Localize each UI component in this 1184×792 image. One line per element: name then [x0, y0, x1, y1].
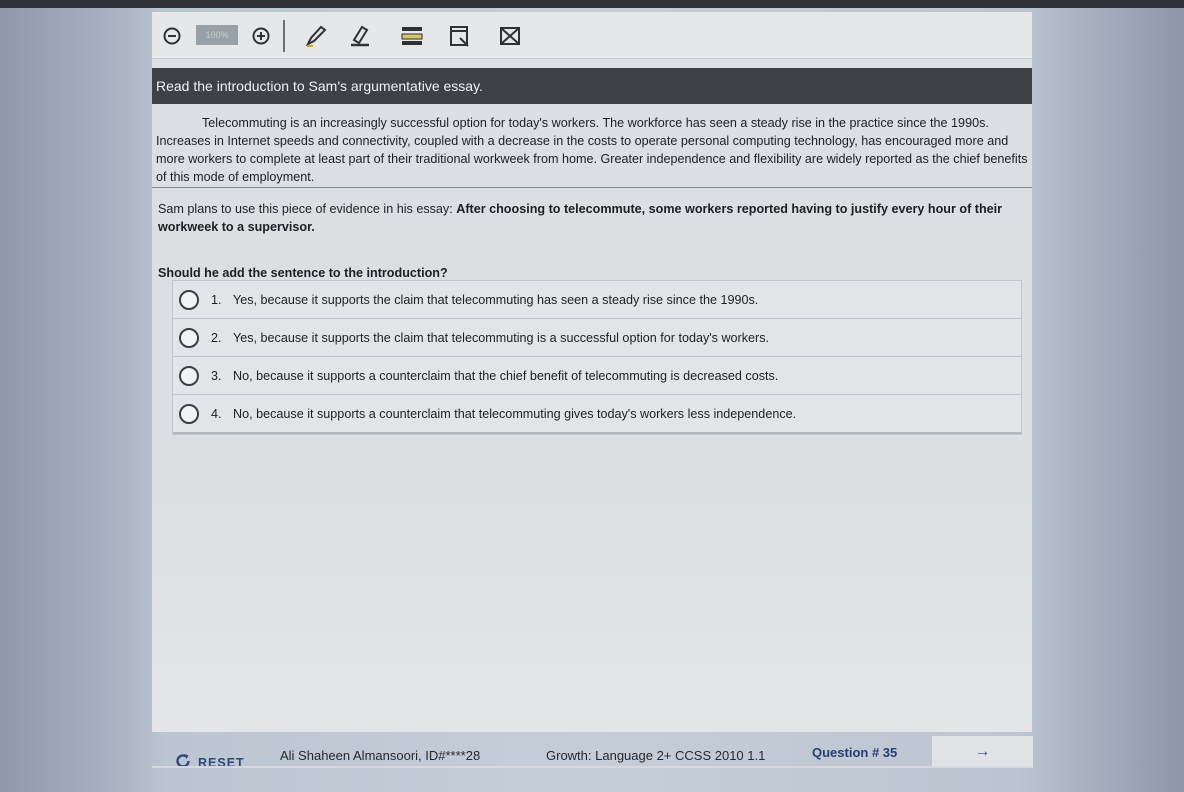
- choice-number: 2.: [211, 330, 222, 345]
- radio-button[interactable]: [179, 365, 199, 386]
- test-panel: 100% Read the introduction to Sam's argu…: [152, 12, 1032, 732]
- answer-eliminator-icon[interactable]: [498, 24, 522, 48]
- toolbar-divider: [283, 20, 285, 52]
- choice-number: 3.: [211, 368, 222, 383]
- screen-top-edge: [0, 0, 1184, 8]
- answer-choice-1[interactable]: 1. Yes, because it supports the claim th…: [173, 281, 1021, 319]
- pen-icon[interactable]: [304, 24, 328, 48]
- radio-button[interactable]: [179, 289, 199, 310]
- answer-choice-3[interactable]: 3. No, because it supports a counterclai…: [173, 357, 1021, 395]
- radio-button[interactable]: [179, 327, 199, 348]
- line-reader-icon[interactable]: [400, 24, 424, 48]
- choice-number: 4.: [211, 406, 222, 421]
- reset-icon: [174, 752, 192, 773]
- answer-choice-4[interactable]: 4. No, because it supports a counterclai…: [173, 395, 1021, 434]
- evidence-text: Sam plans to use this piece of evidence …: [152, 200, 1032, 236]
- answer-choice-2[interactable]: 2. Yes, because it supports the claim th…: [173, 319, 1021, 357]
- choice-text: No, because it supports a counterclaim t…: [233, 406, 797, 421]
- footer-bar: RESET Ali Shaheen Almansoori, ID#****28 …: [0, 736, 1184, 792]
- choice-text: No, because it supports a counterclaim t…: [233, 368, 779, 383]
- notepad-icon[interactable]: [448, 24, 472, 48]
- zoom-level: 100%: [196, 25, 238, 45]
- next-button[interactable]: →: [932, 736, 1033, 768]
- zoom-out-icon[interactable]: [160, 24, 184, 48]
- evidence-intro: Sam plans to use this piece of evidence …: [158, 202, 457, 216]
- essay-introduction: Telecommuting is an increasingly success…: [152, 112, 1032, 188]
- student-info: Ali Shaheen Almansoori, ID#****28: [280, 748, 481, 763]
- highlighter-icon[interactable]: [348, 24, 372, 48]
- instruction-banner: Read the introduction to Sam's argumenta…: [152, 68, 1032, 104]
- radio-button[interactable]: [179, 403, 199, 424]
- choice-text: Yes, because it supports the claim that …: [233, 292, 759, 307]
- question-prompt: Should he add the sentence to the introd…: [158, 266, 448, 280]
- zoom-in-icon[interactable]: [249, 24, 273, 48]
- footer-divider: [152, 766, 1032, 768]
- choice-text: Yes, because it supports the claim that …: [233, 330, 770, 345]
- reset-button[interactable]: RESET: [174, 752, 245, 773]
- answer-choices: 1. Yes, because it supports the claim th…: [172, 280, 1022, 435]
- toolbar: 100%: [152, 12, 1032, 59]
- arrow-right-icon: →: [974, 743, 991, 760]
- standard-info: Growth: Language 2+ CCSS 2010 1.1: [546, 748, 766, 763]
- question-number: Question # 35: [812, 745, 898, 760]
- choice-number: 1.: [211, 292, 222, 307]
